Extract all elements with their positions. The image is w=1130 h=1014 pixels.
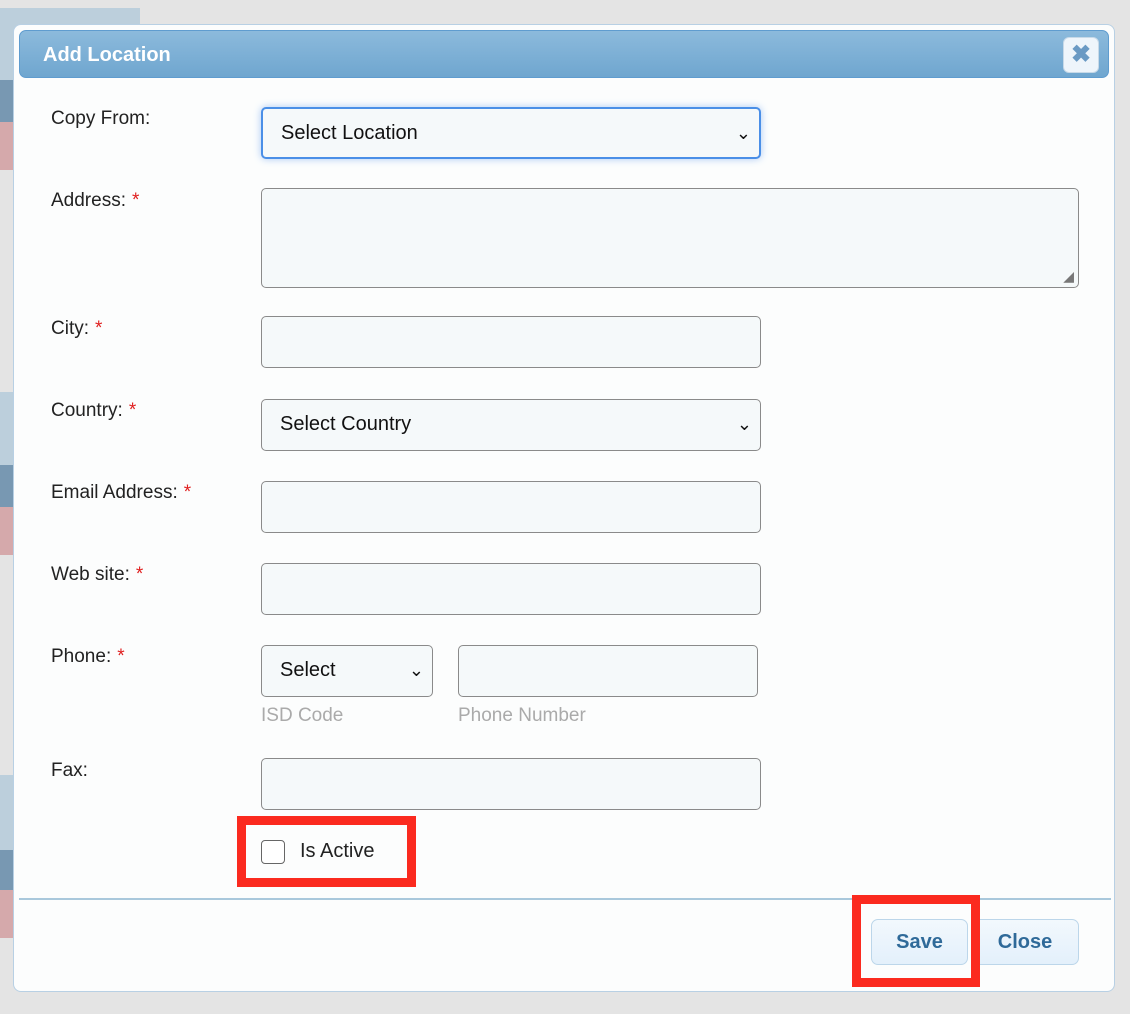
- email-input[interactable]: [261, 481, 761, 533]
- email-label: Email Address: *: [51, 482, 192, 503]
- city-input[interactable]: [261, 316, 761, 368]
- phone-number-input[interactable]: [458, 645, 758, 697]
- country-value: Select Country: [280, 413, 412, 435]
- chevron-down-icon: ⌄: [736, 414, 752, 434]
- address-label: Address: *: [51, 190, 140, 211]
- dialog-title: Add Location: [43, 44, 171, 66]
- website-input[interactable]: [261, 563, 761, 615]
- phone-number-help: Phone Number: [458, 705, 586, 726]
- country-select[interactable]: Select Country ⌄: [261, 399, 761, 451]
- isd-code-value: Select: [280, 659, 336, 681]
- add-location-dialog: Add Location ✖ Copy From: Select Locatio…: [13, 24, 1115, 992]
- resize-handle-icon[interactable]: ◢: [1063, 252, 1074, 301]
- fax-input[interactable]: [261, 758, 761, 810]
- dialog-titlebar[interactable]: Add Location ✖: [19, 30, 1109, 78]
- fax-label: Fax:: [51, 760, 88, 781]
- chevron-down-icon: ⌄: [735, 123, 751, 143]
- copy-from-select[interactable]: Select Location ⌄: [261, 107, 761, 159]
- address-textarea[interactable]: ◢: [261, 188, 1079, 288]
- city-label: City: *: [51, 318, 103, 339]
- close-button[interactable]: Close: [971, 919, 1079, 965]
- chevron-down-icon: ⌄: [408, 660, 424, 680]
- close-x-icon[interactable]: ✖: [1063, 37, 1099, 73]
- phone-label: Phone: *: [51, 646, 125, 667]
- highlight-box: [852, 895, 980, 987]
- copy-from-value: Select Location: [281, 122, 418, 144]
- copy-from-label: Copy From:: [51, 108, 151, 129]
- country-label: Country: *: [51, 400, 137, 421]
- isd-code-select[interactable]: Select ⌄: [261, 645, 433, 697]
- website-label: Web site: *: [51, 564, 144, 585]
- isd-code-help: ISD Code: [261, 705, 344, 726]
- highlight-box: [237, 816, 416, 887]
